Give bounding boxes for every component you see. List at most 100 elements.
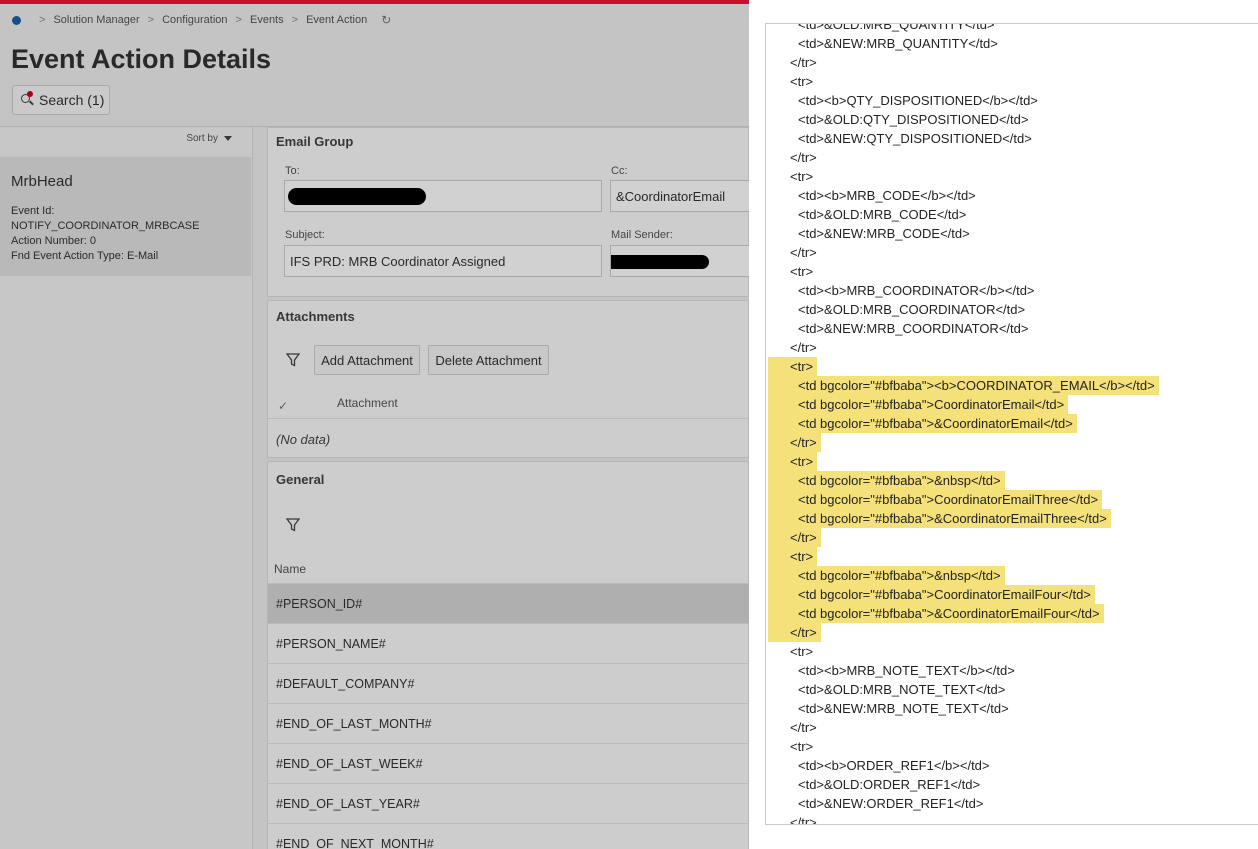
delete-attachment-button[interactable]: Delete Attachment <box>428 345 549 375</box>
code-line: <tr> <box>768 452 818 471</box>
redacted-text <box>611 255 709 269</box>
code-line: </tr> <box>790 55 817 70</box>
add-attachment-button[interactable]: Add Attachment <box>314 345 420 375</box>
record-card[interactable]: MrbHead Event Id: NOTIFY_COORDINATOR_MRB… <box>0 157 251 276</box>
filter-icon[interactable] <box>286 353 300 367</box>
code-line: <td>&NEW:MRB_NOTE_TEXT</td> <box>798 701 1009 716</box>
subject-label: Subject: <box>285 229 325 241</box>
code-line: <td bgcolor="#bfbaba">CoordinatorEmailFo… <box>768 585 1095 604</box>
code-line: <td>&OLD:MRB_NOTE_TEXT</td> <box>798 682 1006 697</box>
email-group-section: Email Group To: Cc: &CoordinatorEmail Su… <box>267 127 749 297</box>
code-line: <td>&NEW:QTY_DISPOSITIONED</td> <box>798 131 1032 146</box>
code-line: </tr> <box>768 623 821 642</box>
code-line: <td bgcolor="#bfbaba">CoordinatorEmailTh… <box>768 490 1103 509</box>
code-line: </tr> <box>790 245 817 260</box>
event-id-value: NOTIFY_COORDINATOR_MRBCASE <box>11 220 200 232</box>
code-line: <td bgcolor="#bfbaba">&nbsp</td> <box>768 566 1005 585</box>
home-icon[interactable] <box>12 15 21 25</box>
code-line: <tr> <box>790 74 814 89</box>
record-title: MrbHead <box>11 173 73 190</box>
code-line: </tr> <box>768 528 821 547</box>
code-line: <td bgcolor="#bfbaba"><b>COORDINATOR_EMA… <box>768 376 1159 395</box>
chevron-right-icon: > <box>291 14 299 26</box>
table-row[interactable]: #END_OF_LAST_WEEK# <box>268 744 749 784</box>
redacted-text <box>288 188 426 205</box>
breadcrumb-item-events[interactable]: Events <box>250 14 284 26</box>
record-list-pane: Sort by MrbHead Event Id: NOTIFY_COORDIN… <box>0 127 253 849</box>
code-line: <tr> <box>768 547 818 566</box>
subject-field[interactable]: IFS PRD: MRB Coordinator Assigned <box>284 245 602 277</box>
name-column-header[interactable]: Name <box>274 562 306 576</box>
cc-field[interactable]: &CoordinatorEmail <box>610 180 749 212</box>
code-line: <td>&NEW:ORDER_REF1</td> <box>798 796 984 811</box>
empty-state-text: (No data) <box>276 432 331 447</box>
search-icon <box>21 91 35 107</box>
action-number: Action Number: 0 <box>11 235 96 247</box>
to-field[interactable] <box>284 180 602 212</box>
sort-by-label: Sort by <box>186 133 218 144</box>
code-line: <td>&OLD:ORDER_REF1</td> <box>798 777 981 792</box>
code-line: <td>&OLD:MRB_CODE</td> <box>798 207 967 222</box>
code-line: <td>&OLD:MRB_COORDINATOR</td> <box>798 302 1026 317</box>
code-line: <td>&OLD:MRB_QUANTITY</td> <box>798 23 995 32</box>
table-row[interactable]: #PERSON_NAME# <box>268 624 749 664</box>
sort-by-dropdown[interactable]: Sort by <box>186 133 232 144</box>
code-line: <tr> <box>790 169 814 184</box>
caret-down-icon <box>224 136 232 141</box>
cc-label: Cc: <box>611 165 628 177</box>
filter-icon[interactable] <box>286 518 300 532</box>
table-row[interactable]: #PERSON_ID# <box>268 584 749 624</box>
code-line: </tr> <box>790 720 817 735</box>
code-line: </tr> <box>768 433 821 452</box>
chevron-right-icon: > <box>147 14 155 26</box>
attachment-column-header[interactable]: Attachment <box>337 396 398 410</box>
code-line: <td bgcolor="#bfbaba">&nbsp</td> <box>768 471 1005 490</box>
code-line: <td>&OLD:QTY_DISPOSITIONED</td> <box>798 112 1029 127</box>
action-type: Fnd Event Action Type: E-Mail <box>11 250 159 262</box>
code-line: <td><b>ORDER_REF1</b></td> <box>798 758 990 773</box>
breadcrumb-item-solution-manager[interactable]: Solution Manager <box>53 14 139 26</box>
code-line: <td><b>MRB_COORDINATOR</b></td> <box>798 283 1035 298</box>
code-line: </tr> <box>790 340 817 355</box>
mail-sender-label: Mail Sender: <box>611 229 673 241</box>
refresh-icon[interactable]: ↻ <box>381 13 391 27</box>
ifs-app-window: > Solution Manager > Configuration > Eve… <box>0 4 749 849</box>
to-label: To: <box>285 165 300 177</box>
select-all-check-icon[interactable]: ✓ <box>278 399 288 413</box>
general-title: General <box>276 472 325 487</box>
breadcrumb-item-configuration[interactable]: Configuration <box>162 14 227 26</box>
code-line: <td bgcolor="#bfbaba">&CoordinatorEmailF… <box>768 604 1104 623</box>
code-line: <td>&NEW:MRB_COORDINATOR</td> <box>798 321 1029 336</box>
mail-sender-field[interactable] <box>610 245 749 277</box>
code-line: <tr> <box>790 739 814 754</box>
search-button-label: Search (1) <box>39 92 105 108</box>
code-line: <td><b>MRB_CODE</b></td> <box>798 188 976 203</box>
active-filter-badge <box>27 91 33 97</box>
table-row[interactable]: #END_OF_LAST_MONTH# <box>268 704 749 744</box>
email-group-title: Email Group <box>276 134 354 149</box>
table-row[interactable]: #END_OF_NEXT_MONTH# <box>268 824 749 849</box>
code-line: <td>&NEW:MRB_QUANTITY</td> <box>798 36 998 51</box>
code-line: <td><b>MRB_NOTE_TEXT</b></td> <box>798 663 1015 678</box>
code-line: <td>&NEW:MRB_CODE</td> <box>798 226 970 241</box>
breadcrumb-item-event-action[interactable]: Event Action <box>306 14 367 26</box>
code-line: <td bgcolor="#bfbaba">&CoordinatorEmail<… <box>768 414 1077 433</box>
chevron-right-icon: > <box>235 14 242 26</box>
code-line: <td bgcolor="#bfbaba">CoordinatorEmail</… <box>768 395 1069 414</box>
code-line: <tr> <box>790 264 814 279</box>
table-row[interactable]: #END_OF_LAST_YEAR# <box>268 784 749 824</box>
search-button[interactable]: Search (1) <box>12 85 110 115</box>
code-line: </tr> <box>790 150 817 165</box>
event-id-label: Event Id: <box>11 205 55 217</box>
page-title: Event Action Details <box>11 44 272 74</box>
code-line: <tr> <box>790 644 814 659</box>
table-row[interactable]: #DEFAULT_COMPANY# <box>268 664 749 704</box>
attachments-section: Attachments Add Attachment Delete Attach… <box>267 300 749 458</box>
chevron-right-icon: > <box>39 14 46 26</box>
code-line: <tr> <box>768 357 818 376</box>
html-code-panel: <td>&OLD:MRB_QUANTITY</td> <td>&NEW:MRB_Q… <box>765 23 1258 825</box>
breadcrumb: > Solution Manager > Configuration > Eve… <box>12 12 391 28</box>
general-section: General Name #PERSON_ID# #PERSON_NAME# #… <box>267 461 749 849</box>
code-line: <td bgcolor="#bfbaba">&CoordinatorEmailT… <box>768 509 1111 528</box>
attachments-title: Attachments <box>276 309 355 324</box>
